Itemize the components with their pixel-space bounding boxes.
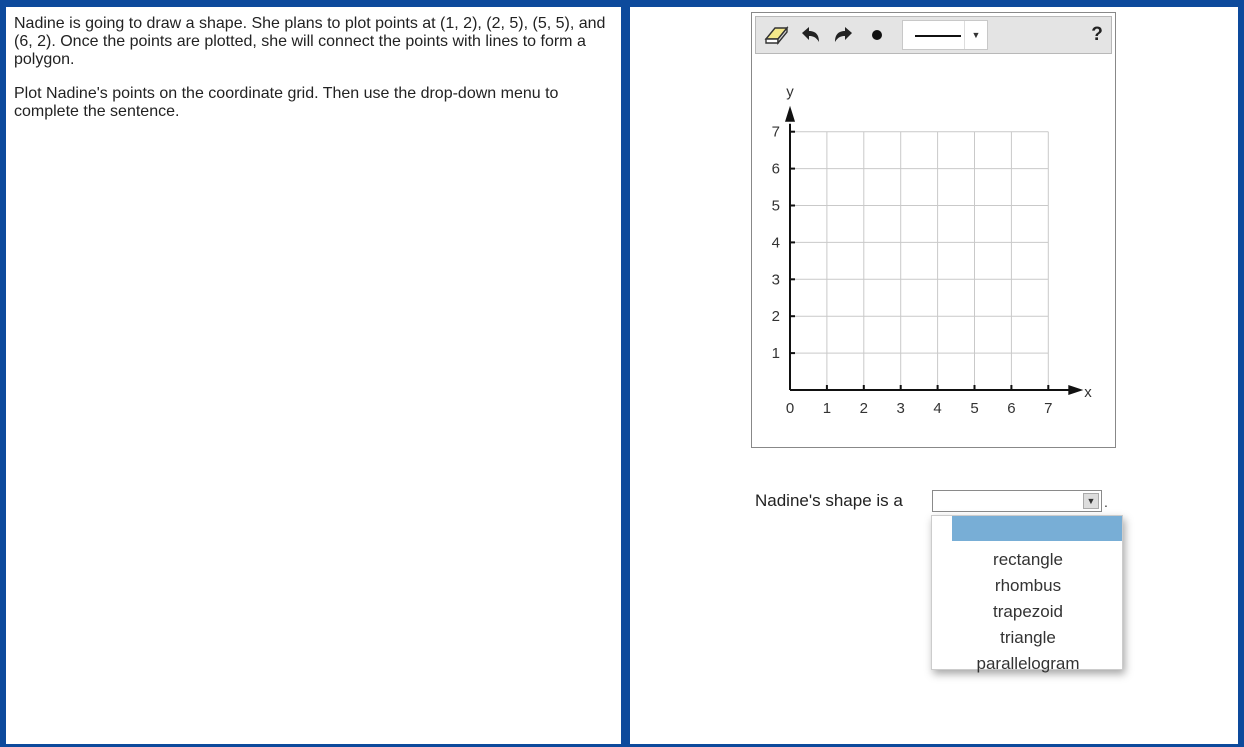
chevron-down-icon[interactable]: ▼ [1083, 493, 1099, 509]
graphing-tool: ▼ ? 012345671234567 xy [751, 12, 1116, 448]
shape-dropdown-menu: rectangle rhombus trapezoid triangle par… [931, 515, 1124, 673]
y-tick-label: 2 [772, 308, 780, 325]
axis-ticks [790, 130, 1050, 390]
dropdown-option-parallelogram[interactable]: parallelogram [932, 651, 1124, 677]
dropdown-option-trapezoid[interactable]: trapezoid [932, 599, 1124, 625]
response-pane: ▼ ? 012345671234567 xy Nadine's shape is… [630, 7, 1238, 744]
y-tick-label: 3 [772, 271, 780, 288]
x-axis-arrow [1068, 385, 1084, 395]
axis-tick-labels: 0 1 2 3 4 5 6 7 1 2 3 4 5 6 7 [772, 124, 1053, 417]
y-tick-label: 4 [772, 234, 780, 251]
x-tick-label: 6 [1007, 400, 1015, 417]
prompt-paragraph-1: Nadine is going to draw a shape. She pla… [14, 15, 606, 68]
dropdown-option-triangle[interactable]: triangle [932, 625, 1124, 651]
y-axis-label: y [786, 84, 794, 101]
prompt-text: Nadine is going to draw a shape. She pla… [14, 15, 614, 137]
dropdown-blank-option[interactable] [952, 516, 1122, 541]
dropdown-option-rectangle[interactable]: rectangle [932, 547, 1124, 573]
question-sentence: Nadine's shape is a [755, 491, 903, 510]
y-tick-label: 1 [772, 345, 780, 362]
grid-lines [790, 131, 1049, 390]
y-tick-label: 6 [772, 161, 780, 178]
y-axis-arrow [785, 105, 795, 122]
y-tick-label: 5 [772, 198, 780, 215]
x-tick-label: 2 [860, 400, 868, 417]
dropdown-option-rhombus[interactable]: rhombus [932, 573, 1124, 599]
sentence-period: . [1104, 494, 1108, 510]
x-axis-label: x [1084, 384, 1092, 401]
x-tick-label: 5 [970, 400, 978, 417]
x-tick-label: 3 [897, 400, 905, 417]
y-tick-label: 7 [772, 124, 780, 141]
x-tick-label: 0 [786, 400, 794, 417]
axes [785, 105, 1084, 395]
shape-dropdown[interactable]: ▼ [932, 490, 1102, 512]
x-tick-label: 7 [1044, 400, 1052, 417]
coordinate-grid[interactable]: 0 1 2 3 4 5 6 7 1 2 3 4 5 6 7 x y [752, 13, 1115, 447]
prompt-paragraph-2: Plot Nadine's points on the coordinate g… [14, 85, 559, 120]
prompt-pane: Nadine is going to draw a shape. She pla… [6, 7, 621, 744]
x-tick-label: 1 [823, 400, 831, 417]
x-tick-label: 4 [933, 400, 941, 417]
